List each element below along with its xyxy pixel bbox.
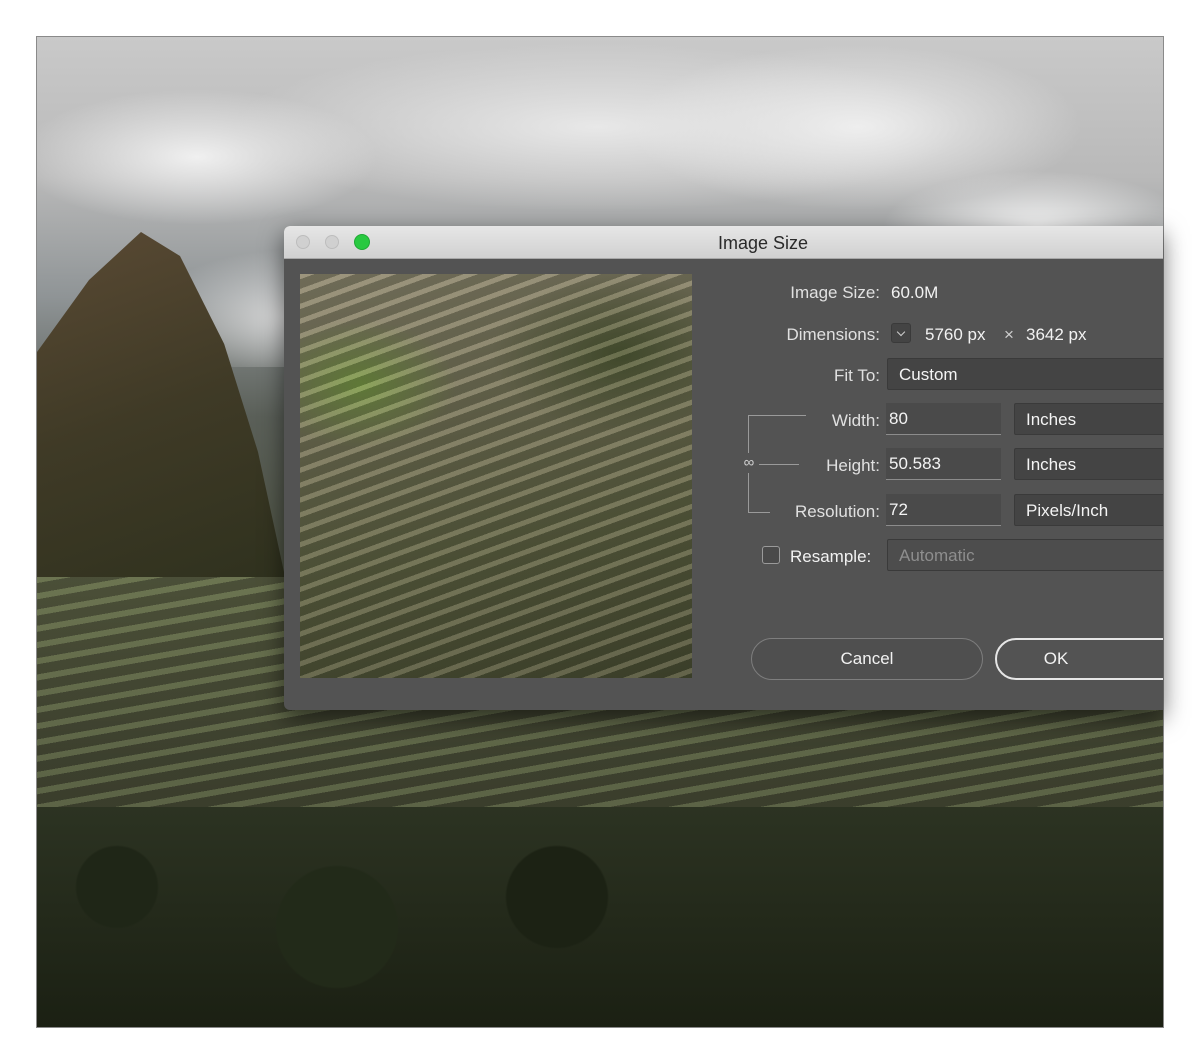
resolution-unit-select[interactable]: Pixels/Inch <box>1014 494 1163 526</box>
image-size-dialog: Image Size Image Size: 60.0M Dimensions:… <box>284 226 1163 710</box>
fit-to-selected-value: Custom <box>899 365 958 384</box>
width-input[interactable]: 80 <box>886 403 1001 435</box>
dimensions-height-value: 3642 px <box>1026 325 1087 344</box>
cancel-button[interactable]: Cancel <box>751 638 983 680</box>
image-size-value: 60.0M <box>891 283 939 302</box>
image-size-label: Image Size: <box>790 283 880 302</box>
width-unit-value: Inches <box>1026 410 1077 429</box>
height-input-value: 50.583 <box>889 454 941 473</box>
height-input[interactable]: 50.583 <box>886 448 1001 480</box>
width-label: Width: <box>831 411 880 430</box>
width-input-value: 80 <box>889 409 908 428</box>
width-unit-select[interactable]: Inches <box>1014 403 1163 435</box>
resample-label: Resample: <box>790 547 872 566</box>
resolution-input-value: 72 <box>889 500 908 519</box>
fit-to-select[interactable]: Custom <box>887 358 1163 390</box>
resample-checkbox[interactable] <box>762 546 780 564</box>
dimensions-width-value: 5760 px <box>925 325 986 344</box>
resample-method-select[interactable]: Automatic <box>887 539 1163 571</box>
height-label: Height: <box>826 456 880 475</box>
dimensions-label: Dimensions: <box>786 325 880 344</box>
dimensions-times: × <box>1004 325 1014 344</box>
dialog-title: Image Size <box>717 233 809 253</box>
image-preview[interactable] <box>300 274 692 678</box>
chevron-down-icon[interactable] <box>891 323 911 343</box>
height-unit-value: Inches <box>1026 455 1077 474</box>
resolution-label: Resolution: <box>794 502 880 521</box>
resolution-unit-value: Pixels/Inch <box>1026 501 1109 520</box>
dialog-titlebar: Image Size <box>284 226 1163 259</box>
photo-forest <box>37 807 1163 1027</box>
ok-button[interactable]: OK <box>995 638 1163 680</box>
fit-to-label: Fit To: <box>834 366 880 385</box>
height-unit-select[interactable]: Inches <box>1014 448 1163 480</box>
resample-method-value: Automatic <box>899 546 975 565</box>
resolution-input[interactable]: 72 <box>886 494 1001 526</box>
